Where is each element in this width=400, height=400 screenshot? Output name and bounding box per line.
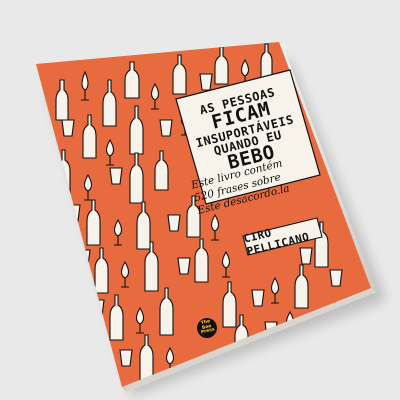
book-scene: AS PESSOAS FICAM INSUPORTÁVEIS QUANDO EU… [0,0,400,400]
publisher-line-3: Press [200,327,216,336]
